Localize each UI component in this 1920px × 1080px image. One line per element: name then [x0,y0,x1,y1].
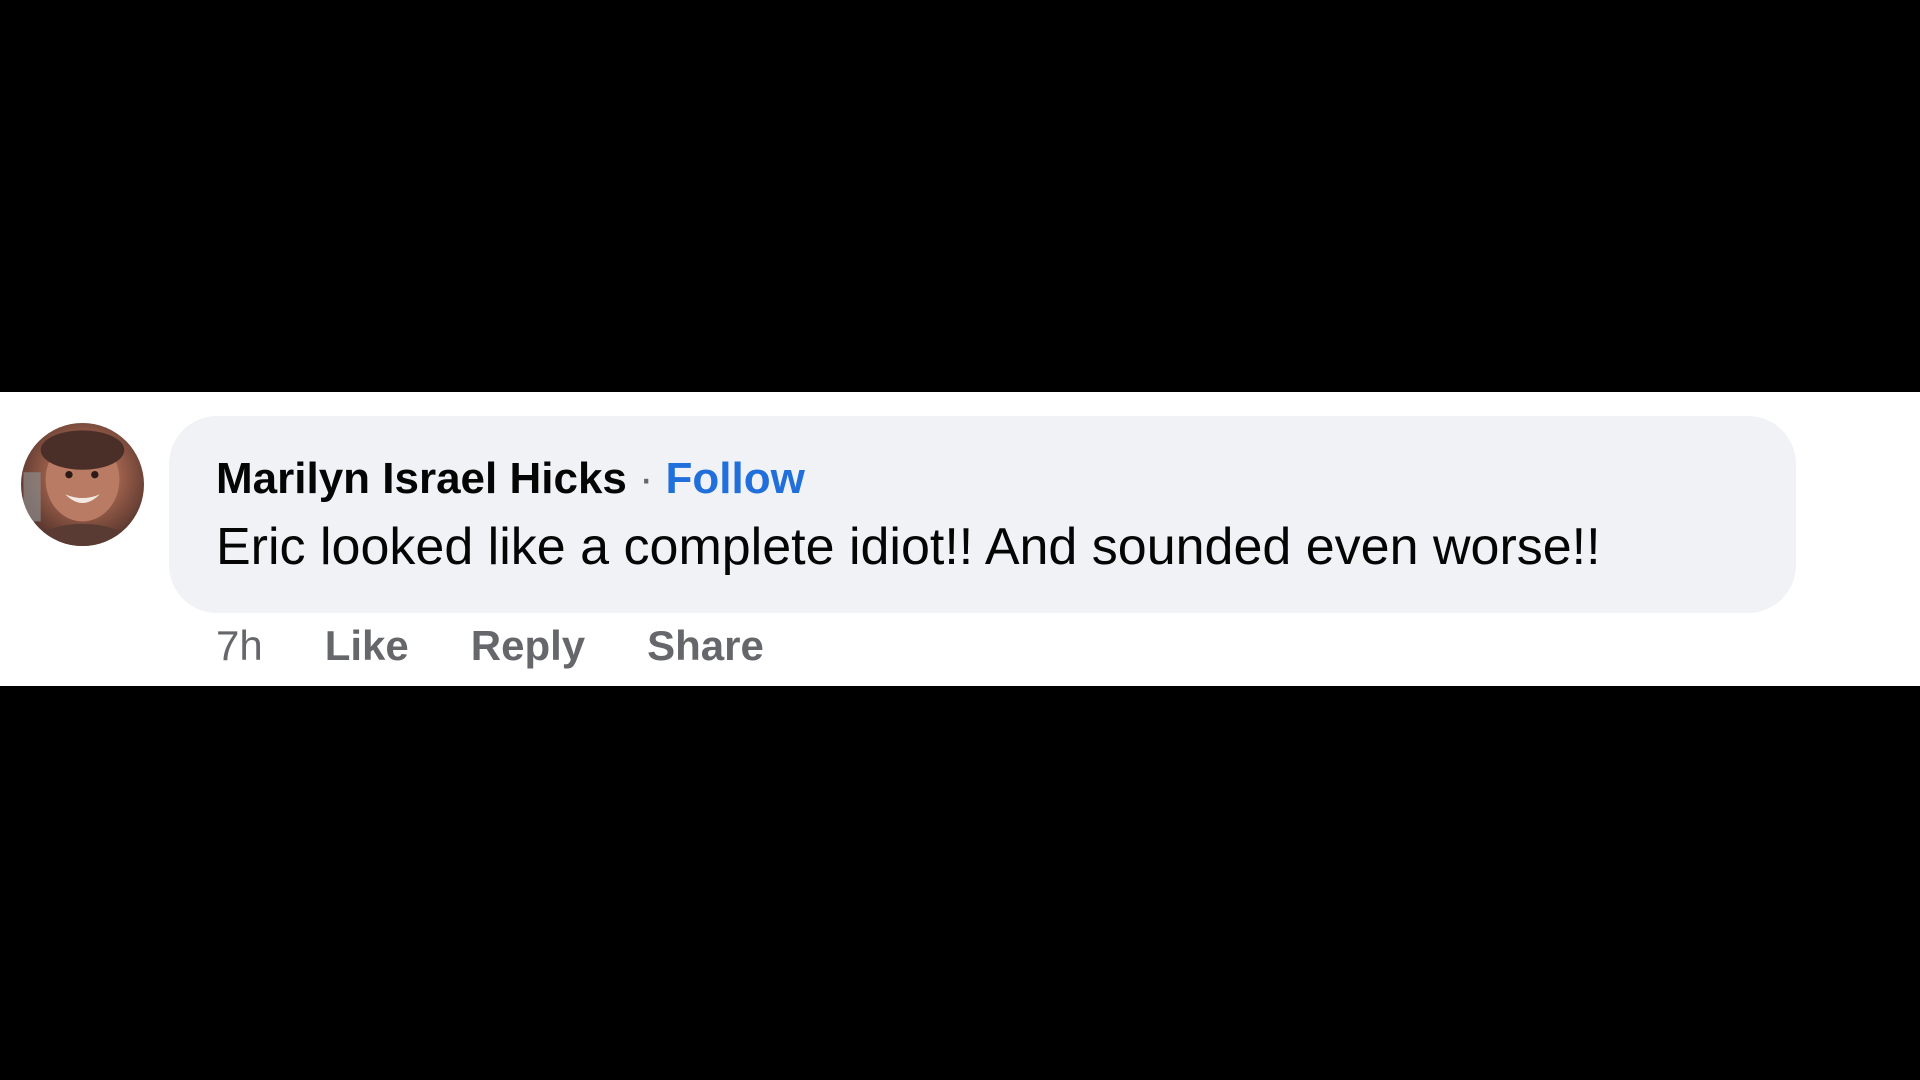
avatar[interactable] [21,423,144,546]
separator-dot: · [638,454,654,503]
avatar-photo [23,430,136,546]
follow-button[interactable]: Follow [666,454,805,504]
comment-actions: 7h Like Reply Share [216,616,764,676]
comment-text: Eric looked like a complete idiot!! And … [216,518,1601,576]
reply-button[interactable]: Reply [471,622,585,670]
share-button[interactable]: Share [647,622,764,670]
like-button[interactable]: Like [325,622,409,670]
author-name[interactable]: Marilyn Israel Hicks [216,454,627,504]
timestamp-link[interactable]: 7h [216,622,263,670]
comment-header: Marilyn Israel Hicks · Follow [216,450,805,508]
